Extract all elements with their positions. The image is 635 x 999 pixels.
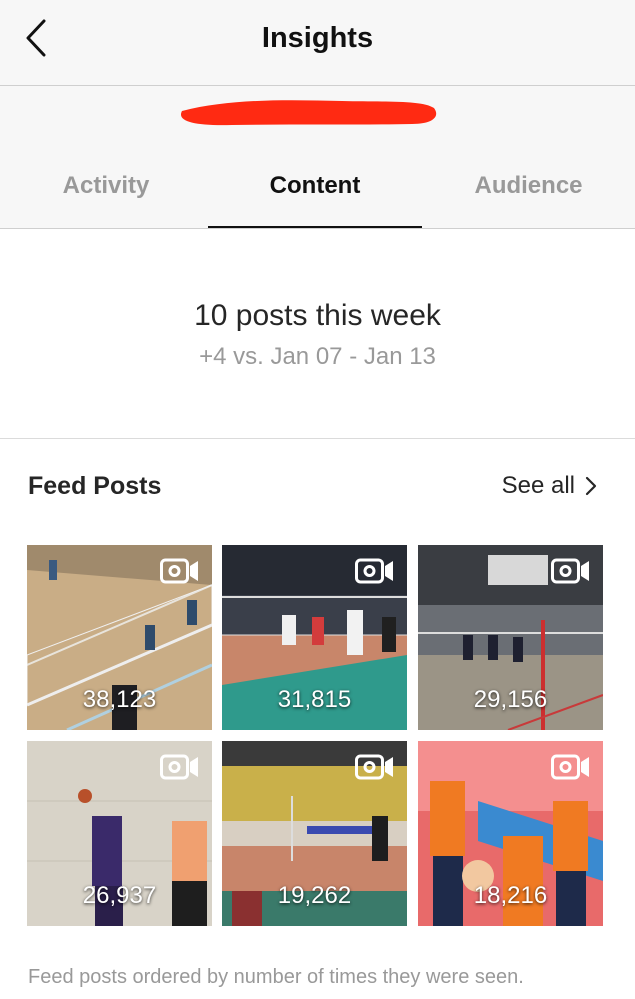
redaction-mark [180,100,437,126]
video-icon [160,754,198,780]
tab-audience[interactable]: Audience [422,156,635,228]
post-impressions: 29,156 [473,686,548,713]
video-icon [355,754,393,780]
video-icon [355,558,393,584]
account-tabs-area: Activity Content Audience [0,86,635,229]
video-icon [160,558,198,584]
post-impressions: 26,937 [82,882,157,909]
posts-summary: 10 posts this week +4 vs. Jan 07 - Jan 1… [0,229,635,438]
tab-content[interactable]: Content [208,156,422,228]
posts-comparison: +4 vs. Jan 07 - Jan 13 [199,343,436,370]
feed-posts-footnote: Feed posts ordered by number of times th… [28,966,524,988]
see-all-label: See all [501,472,575,499]
section-divider [0,438,635,439]
post-thumbnail[interactable]: 38,123 [27,545,212,730]
post-impressions: 31,815 [277,686,352,713]
video-icon [551,754,589,780]
nav-header: Insights [0,0,635,86]
video-icon [551,558,589,584]
see-all-button[interactable]: See all [502,472,597,500]
posts-count-headline: 10 posts this week [194,299,441,332]
post-thumbnail[interactable]: 31,815 [222,545,407,730]
page-title: Insights [261,22,374,54]
tab-bar: Activity Content Audience [0,156,635,228]
post-impressions: 19,262 [277,882,352,909]
post-thumbnail[interactable]: 29,156 [418,545,603,730]
post-impressions: 38,123 [82,686,157,713]
chevron-right-icon [585,476,597,496]
feed-posts-grid: 38,123 31,815 29,156 26,937 19,262 18,21… [27,545,607,927]
post-thumbnail[interactable]: 18,216 [418,741,603,926]
post-thumbnail[interactable]: 26,937 [27,741,212,926]
tab-activity[interactable]: Activity [0,156,212,228]
feed-posts-title: Feed Posts [28,472,162,500]
post-thumbnail[interactable]: 19,262 [222,741,407,926]
post-impressions: 18,216 [473,882,548,909]
